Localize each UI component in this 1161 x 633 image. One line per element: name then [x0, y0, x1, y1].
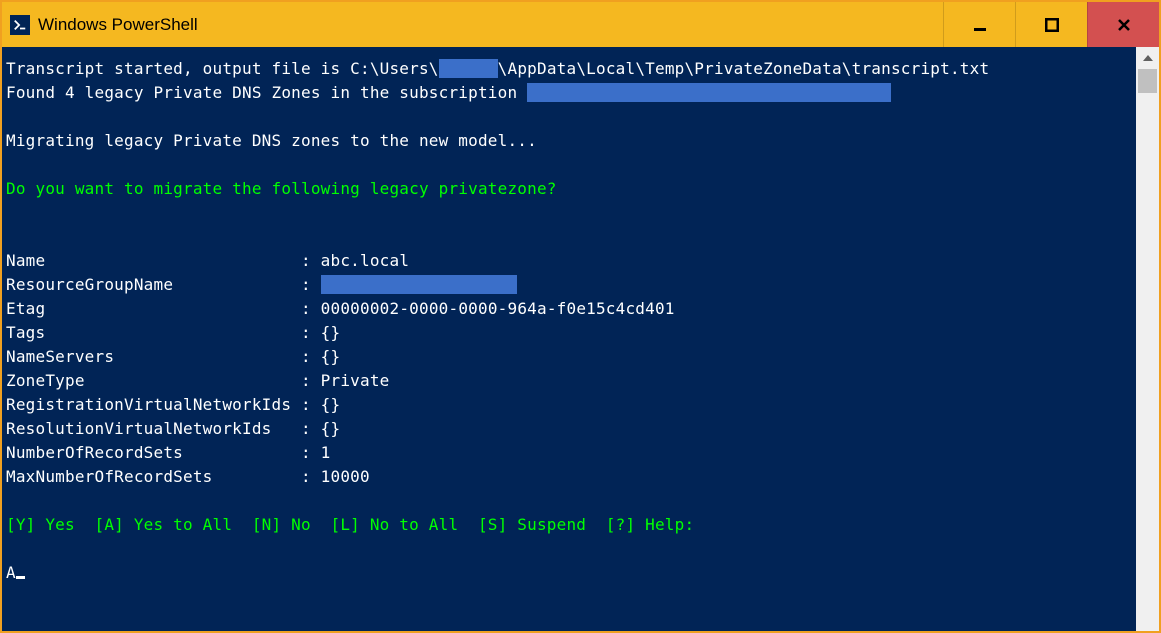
prop-row: Name : abc.local — [6, 251, 409, 270]
vertical-scrollbar[interactable] — [1136, 47, 1159, 631]
user-input[interactable]: A — [6, 563, 16, 582]
powershell-window: Windows PowerShell Transcript started, o… — [0, 0, 1161, 633]
prompt-question: Do you want to migrate the following leg… — [6, 179, 557, 198]
console-area: Transcript started, output file is C:\Us… — [2, 47, 1159, 631]
window-controls — [943, 2, 1159, 47]
prop-row: NameServers : {} — [6, 347, 340, 366]
prop-row: MaxNumberOfRecordSets : 10000 — [6, 467, 370, 486]
found-line: Found 4 legacy Private DNS Zones in the … — [6, 83, 891, 102]
cursor — [16, 576, 25, 579]
scrollbar-thumb[interactable] — [1138, 69, 1157, 93]
transcript-line: Transcript started, output file is C:\Us… — [6, 59, 989, 78]
scrollbar-track[interactable] — [1136, 69, 1159, 631]
choice-prompt: [Y] Yes [A] Yes to All [N] No [L] No to … — [6, 515, 694, 534]
redacted-subscription — [527, 83, 891, 102]
prop-row: Etag : 00000002-0000-0000-964a-f0e15c4cd… — [6, 299, 675, 318]
close-button[interactable] — [1087, 2, 1159, 47]
titlebar[interactable]: Windows PowerShell — [2, 2, 1159, 47]
redacted-username — [439, 59, 498, 78]
prop-row: ResolutionVirtualNetworkIds : {} — [6, 419, 340, 438]
prop-row: RegistrationVirtualNetworkIds : {} — [6, 395, 340, 414]
prop-row: Tags : {} — [6, 323, 340, 342]
powershell-icon — [10, 15, 30, 35]
migrating-line: Migrating legacy Private DNS zones to th… — [6, 131, 537, 150]
maximize-button[interactable] — [1015, 2, 1087, 47]
console-output[interactable]: Transcript started, output file is C:\Us… — [2, 47, 1136, 631]
minimize-button[interactable] — [943, 2, 1015, 47]
window-title: Windows PowerShell — [38, 15, 943, 35]
prop-row: ZoneType : Private — [6, 371, 390, 390]
prop-row: NumberOfRecordSets : 1 — [6, 443, 331, 462]
scrollbar-up-arrow[interactable] — [1136, 47, 1159, 69]
redacted-rg — [321, 275, 518, 294]
prop-row: ResourceGroupName : — [6, 275, 517, 294]
